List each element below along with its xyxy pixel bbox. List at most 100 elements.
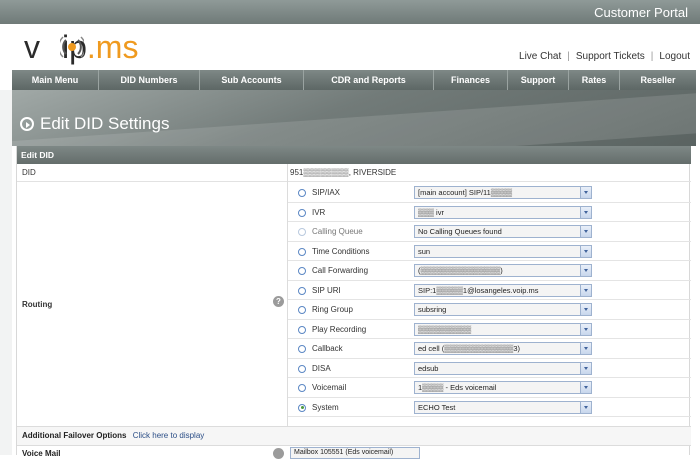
chevron-down-icon[interactable] xyxy=(580,401,591,413)
routing-option-select[interactable]: ▒▒▒ ivr xyxy=(414,205,592,219)
routing-radio[interactable] xyxy=(298,306,306,314)
did-row: DID 951▒▒▒▒▒▒▒▒, RIVERSIDE xyxy=(17,164,691,182)
wave-icon xyxy=(60,36,84,58)
voice-mail-label: Voice Mail xyxy=(22,449,61,458)
routing-option-label: System xyxy=(312,402,339,412)
failover-display-link[interactable]: Click here to display xyxy=(133,431,205,440)
routing-radio[interactable] xyxy=(298,208,306,217)
chevron-down-icon[interactable] xyxy=(580,362,591,374)
routing-radio[interactable] xyxy=(298,345,306,353)
routing-option-row: Call Forwarding (▒▒▒▒▒▒▒▒▒▒▒▒▒▒▒) xyxy=(288,261,691,281)
routing-option-row: IVR ▒▒▒ ivr xyxy=(288,203,691,222)
routing-option-value: subsring xyxy=(418,305,447,314)
panel-heading: Edit DID xyxy=(17,146,691,164)
routing-radio[interactable] xyxy=(298,189,306,197)
routing-option-value: ed cell (▒▒▒▒▒▒▒▒▒▒▒▒▒3) xyxy=(418,344,521,353)
routing-option-row: Play Recording ▒▒▒▒▒▒▒▒▒▒ xyxy=(288,320,691,339)
routing-option-row: Callback ed cell (▒▒▒▒▒▒▒▒▒▒▒▒▒3) xyxy=(288,339,691,359)
routing-option-value: 1▒▒▒▒ - Eds voicemail xyxy=(418,383,497,392)
logout-link[interactable]: Logout xyxy=(659,51,690,62)
routing-option-select[interactable]: ed cell (▒▒▒▒▒▒▒▒▒▒▒▒▒3) xyxy=(414,342,592,355)
menu-item-main-menu[interactable]: Main Menu xyxy=(12,70,99,90)
main-menu-bar: Main Menu DID Numbers Sub Accounts CDR a… xyxy=(12,70,696,90)
chevron-down-icon[interactable] xyxy=(580,265,591,276)
routing-option-select[interactable]: edsub xyxy=(414,361,592,375)
routing-label: Routing xyxy=(22,300,53,309)
help-icon[interactable]: ? xyxy=(273,296,284,307)
routing-radio[interactable] xyxy=(298,286,306,295)
chevron-down-icon[interactable] xyxy=(580,226,591,237)
support-tickets-link[interactable]: Support Tickets xyxy=(576,51,645,62)
chevron-down-icon[interactable] xyxy=(580,304,591,315)
menu-item-support[interactable]: Support xyxy=(508,70,569,90)
left-gutter xyxy=(0,90,12,455)
routing-option-value: No Calling Queues found xyxy=(418,227,502,236)
routing-option-label: Ring Group xyxy=(312,305,353,314)
routing-radio[interactable] xyxy=(298,325,306,334)
chevron-down-icon[interactable] xyxy=(580,187,591,198)
menu-item-reseller[interactable]: Reseller xyxy=(620,70,696,90)
routing-radio[interactable] xyxy=(298,267,306,275)
routing-option-select[interactable]: sun xyxy=(414,244,592,258)
routing-option-row: DISA edsub xyxy=(288,359,691,378)
failover-label: Additional Failover Options xyxy=(22,431,127,440)
logo-v: v xyxy=(24,29,40,65)
page-title: Edit DID Settings xyxy=(40,114,170,133)
routing-option-row: Calling Queue No Calling Queues found xyxy=(288,222,691,242)
routing-option-label: SIP URI xyxy=(312,285,341,295)
routing-option-select[interactable]: [main account] SIP/11▒▒▒▒ xyxy=(414,186,592,199)
top-bar: Customer Portal xyxy=(0,0,700,24)
live-chat-link[interactable]: Live Chat xyxy=(519,51,561,62)
page-banner: Edit DID Settings xyxy=(12,90,696,146)
chevron-down-icon[interactable] xyxy=(580,245,591,257)
did-value: 951▒▒▒▒▒▒▒▒, RIVERSIDE xyxy=(290,168,397,177)
menu-item-finances[interactable]: Finances xyxy=(434,70,508,90)
routing-option-select[interactable]: (▒▒▒▒▒▒▒▒▒▒▒▒▒▒▒) xyxy=(414,264,592,277)
routing-option-row: SIP URI SIP:1▒▒▒▒▒1@losangeles.voip.ms xyxy=(288,281,691,300)
routing-option-label: DISA xyxy=(312,363,331,373)
routing-option-value: edsub xyxy=(418,363,439,373)
failover-row: Additional Failover Options Click here t… xyxy=(17,426,691,446)
routing-option-label: Voicemail xyxy=(312,383,347,392)
routing-option-label: SIP/IAX xyxy=(312,188,341,197)
menu-item-did-numbers[interactable]: DID Numbers xyxy=(99,70,200,90)
routing-radio[interactable] xyxy=(298,247,306,256)
chevron-down-icon[interactable] xyxy=(580,343,591,354)
routing-option-label: Calling Queue xyxy=(312,227,363,236)
routing-option-label: Call Forwarding xyxy=(312,266,369,275)
routing-radio[interactable] xyxy=(298,403,306,412)
menu-item-rates[interactable]: Rates xyxy=(569,70,620,90)
routing-radio[interactable] xyxy=(298,364,306,373)
chevron-down-icon[interactable] xyxy=(580,284,591,296)
voice-mail-select[interactable]: Mailbox 105551 (Eds voicemail) xyxy=(290,447,420,459)
routing-option-value: SIP:1▒▒▒▒▒1@losangeles.voip.ms xyxy=(418,285,539,295)
routing-radio[interactable] xyxy=(298,384,306,392)
routing-option-row: SIP/IAX [main account] SIP/11▒▒▒▒ xyxy=(288,183,691,203)
help-icon[interactable] xyxy=(273,448,284,459)
separator: | xyxy=(650,51,654,62)
routing-option-value: [main account] SIP/11▒▒▒▒ xyxy=(418,188,513,197)
top-links: Live Chat | Support Tickets | Logout xyxy=(519,51,690,62)
chevron-down-icon[interactable] xyxy=(580,206,591,218)
routing-option-label: Time Conditions xyxy=(312,246,370,256)
routing-option-select[interactable]: ▒▒▒▒▒▒▒▒▒▒ xyxy=(414,322,592,336)
portal-title: Customer Portal xyxy=(594,5,688,20)
routing-option-select[interactable]: No Calling Queues found xyxy=(414,225,592,238)
menu-item-sub-accounts[interactable]: Sub Accounts xyxy=(200,70,304,90)
routing-option-label: Callback xyxy=(312,344,343,353)
logo-ms: ms xyxy=(95,29,139,65)
routing-option-value: ▒▒▒▒▒▒▒▒▒▒ xyxy=(418,324,472,334)
did-label: DID xyxy=(22,168,36,177)
routing-option-select[interactable]: subsring xyxy=(414,303,592,316)
edit-did-panel: Edit DID DID 951▒▒▒▒▒▒▒▒, RIVERSIDE Rout… xyxy=(16,146,691,459)
chevron-down-icon[interactable] xyxy=(580,382,591,393)
routing-option-row: Voicemail 1▒▒▒▒ - Eds voicemail xyxy=(288,378,691,398)
menu-item-cdr-and-reports[interactable]: CDR and Reports xyxy=(304,70,434,90)
routing-option-select[interactable]: 1▒▒▒▒ - Eds voicemail xyxy=(414,381,592,394)
chevron-down-icon[interactable] xyxy=(580,323,591,335)
routing-radio xyxy=(298,228,306,236)
routing-option-select[interactable]: ECHO Test xyxy=(414,400,592,414)
routing-option-value: ▒▒▒ ivr xyxy=(418,207,444,217)
logo-dot: . xyxy=(86,29,96,65)
routing-option-select[interactable]: SIP:1▒▒▒▒▒1@losangeles.voip.ms xyxy=(414,283,592,297)
